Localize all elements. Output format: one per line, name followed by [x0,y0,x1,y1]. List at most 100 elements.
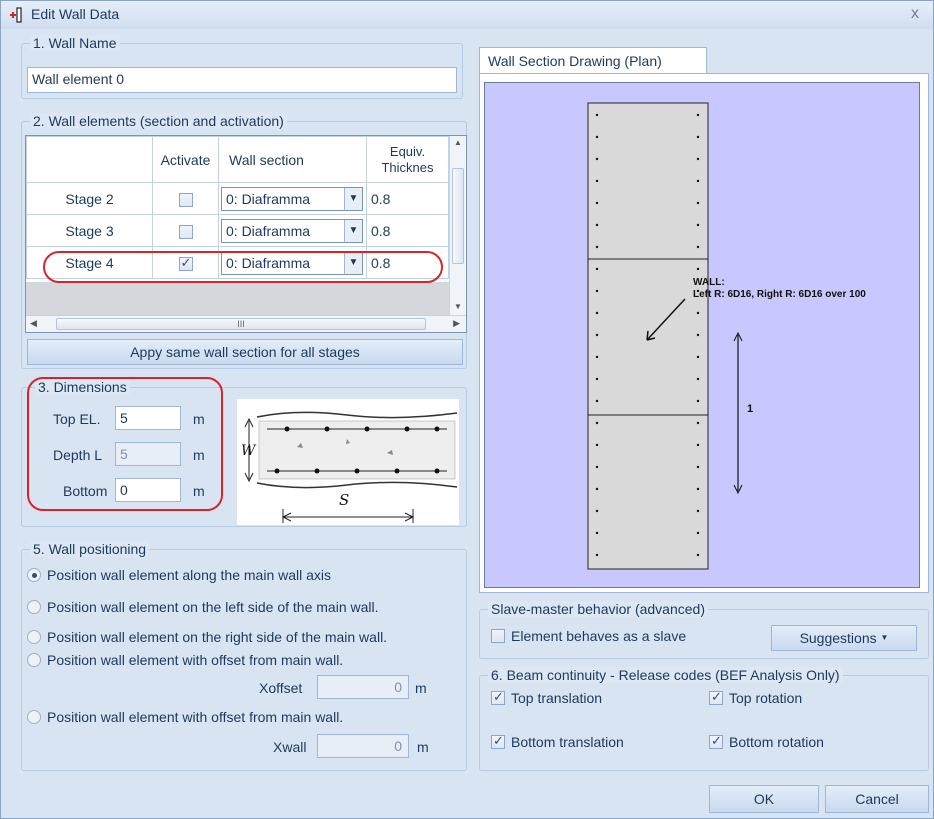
grid-horizontal-scrollbar[interactable]: ◀ III ▶ [26,315,466,332]
rebar-dot [595,487,599,491]
scroll-thumb[interactable]: III [56,318,426,330]
position-right-option[interactable]: Position wall element on the right side … [27,629,387,645]
grid-corner [26,136,153,183]
top-rotation-row[interactable]: Top rotation [709,689,803,706]
rebar-dot [595,289,599,293]
rebar-dot [595,223,599,227]
xoffset-input[interactable]: 0 [317,675,409,699]
rebar-dot [696,377,700,381]
wall-app-icon [10,7,22,23]
radio-button[interactable] [27,568,41,582]
rebar-dot [595,465,599,469]
rebar-dot [696,487,700,491]
grid-empty-area [26,282,449,316]
activate-cell[interactable] [152,214,219,247]
scroll-left-icon[interactable]: ◀ [30,318,37,329]
activate-checkbox[interactable] [178,224,193,239]
suggestions-button[interactable]: Suggestions ▼ [771,625,917,651]
rebar-dot [595,443,599,447]
tab-wall-section-drawing[interactable]: Wall Section Drawing (Plan) [479,47,707,73]
rebar-dot [595,135,599,139]
radio-button[interactable] [27,653,41,667]
rebar-dot [696,113,700,117]
wall-section-header[interactable]: Wall section [218,136,367,183]
option-label: Position wall element with offset from m… [47,652,344,668]
bottom-rotation-checkbox[interactable] [709,733,723,749]
xoffset-label: Xoffset [259,680,303,696]
wall-drawing-panel: WALL: Left R: 6D16, Right R: 6D16 over 1… [479,73,929,593]
stage-label: Stage 2 [26,182,153,215]
table-row[interactable]: Stage 2 0: Diaframma ▼ 0.8 [26,182,449,215]
radio-button[interactable] [27,710,41,724]
position-left-option[interactable]: Position wall element on the left side o… [27,599,379,615]
top-translation-label: Top translation [511,690,603,706]
chevron-down-icon: ▼ [880,633,889,642]
option-label: Position wall element with offset from m… [47,709,344,725]
top-rotation-checkbox[interactable] [709,689,723,705]
activate-cell[interactable] [152,182,219,215]
rebar-dot [696,443,700,447]
section-cell[interactable]: 0: Diaframma ▼ [218,214,367,247]
rebar-dot [595,267,599,271]
activate-checkbox[interactable] [178,192,193,207]
option-label: Position wall element on the left side o… [47,599,379,615]
rebar-dot [696,333,700,337]
bottom-translation-label: Bottom translation [511,734,624,750]
scroll-up-icon[interactable]: ▲ [454,138,462,147]
drawing-canvas: WALL: Left R: 6D16, Right R: 6D16 over 1… [484,82,920,588]
wall-section-dropdown[interactable]: 0: Diaframma ▼ [221,186,363,211]
slave-checkbox[interactable] [491,629,505,643]
slave-master-group-label: Slave-master behavior (advanced) [488,601,708,617]
slave-checkbox-row[interactable]: Element behaves as a slave [491,628,686,644]
top-translation-row[interactable]: Top translation [491,689,603,706]
rebar-dot [595,355,599,359]
position-xwall-option[interactable]: Position wall element with offset from m… [27,709,343,725]
wall-elements-grid: Activate Wall section Equiv. Thicknes St… [25,135,467,333]
position-axis-option[interactable]: Position wall element along the main wal… [27,567,331,583]
dimension-label: 1 [747,403,754,415]
top-translation-checkbox[interactable] [491,689,505,705]
scroll-right-icon[interactable]: ▶ [453,318,460,329]
sketch-w-label: W [241,443,256,459]
radio-button[interactable] [27,630,41,644]
close-icon[interactable]: x [911,5,919,23]
wall-positioning-group-label: 5. Wall positioning [30,541,150,557]
apply-same-section-button[interactable]: Appy same wall section for all stages [27,339,463,365]
grid-vertical-scrollbar[interactable]: ▲ ▼ [449,136,466,316]
rebar-dot [696,399,700,403]
option-label: Position wall element on the right side … [47,629,388,645]
wall-section-value: 0: Diaframma [226,222,311,239]
top-rotation-label: Top rotation [729,690,803,706]
rebar-dot [696,509,700,513]
bottom-rotation-row[interactable]: Bottom rotation [709,733,824,750]
xwall-input[interactable]: 0 [317,734,409,758]
option-label: Position wall element along the main wal… [47,567,332,583]
rebar-dot [696,157,700,161]
bottom-translation-row[interactable]: Bottom translation [491,733,624,750]
wall-section-dropdown[interactable]: 0: Diaframma ▼ [221,218,363,243]
activate-header[interactable]: Activate [152,136,219,183]
scroll-down-icon[interactable]: ▼ [454,302,462,311]
rebar-dot [595,377,599,381]
highlight-ring [27,377,223,511]
radio-button[interactable] [27,600,41,614]
bottom-translation-checkbox[interactable] [491,733,505,749]
cancel-button[interactable]: Cancel [825,785,929,813]
rebar-dot [595,179,599,183]
rebar-dot [595,333,599,337]
thickness-cell[interactable]: 0.8 [366,214,449,247]
chevron-down-icon[interactable]: ▼ [344,219,362,242]
equiv-thickness-header[interactable]: Equiv. Thicknes [366,136,449,183]
equiv-thickness-header-line1: Equiv. [389,143,426,159]
thickness-cell[interactable]: 0.8 [366,182,449,215]
ok-button[interactable]: OK [709,785,819,813]
rebar-dot [696,201,700,205]
scroll-thumb[interactable] [452,168,464,264]
chevron-down-icon[interactable]: ▼ [344,187,362,210]
table-row[interactable]: Stage 3 0: Diaframma ▼ 0.8 [26,214,449,247]
stage-label: Stage 3 [26,214,153,247]
wall-name-input[interactable]: Wall element 0 [27,67,457,93]
position-offset-option[interactable]: Position wall element with offset from m… [27,652,343,668]
equiv-thickness-header-line2: Thicknes [381,159,434,175]
section-cell[interactable]: 0: Diaframma ▼ [218,182,367,215]
